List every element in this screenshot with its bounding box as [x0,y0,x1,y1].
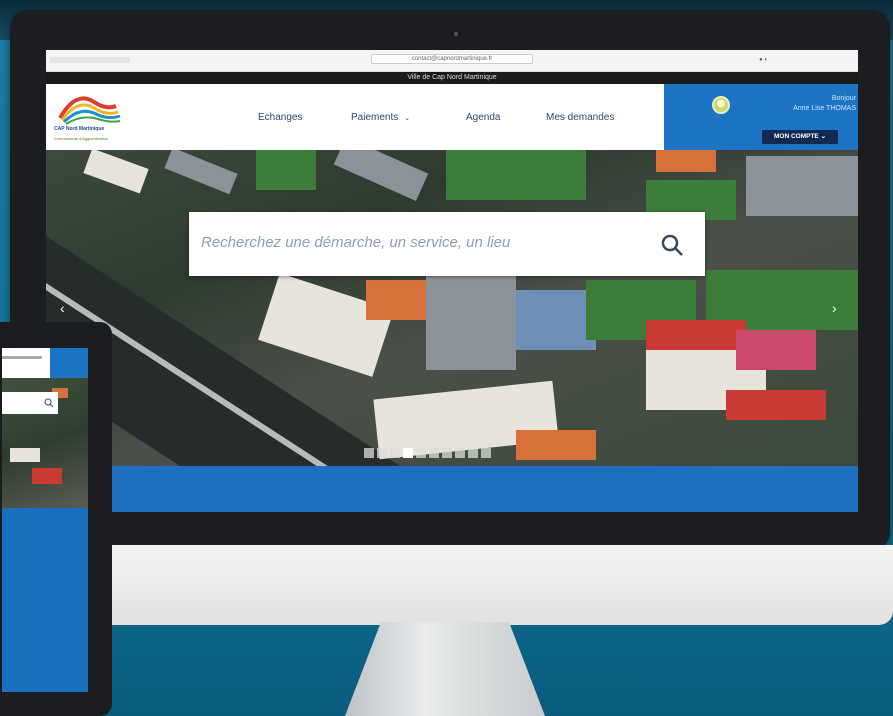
mobile-search-icon[interactable] [44,398,54,408]
pink-roof [736,330,816,370]
building [164,150,238,195]
blue-footer-band [46,466,858,512]
user-greeting: Bonjour Anne Lise THOMAS [746,94,856,114]
red-roof [646,320,746,350]
carousel-dot[interactable] [442,448,452,458]
building [333,150,429,202]
monitor-stand [345,622,545,716]
city-banner: Ville de Cap Nord Martinique [46,72,858,84]
nav-echanges[interactable]: Echanges [258,112,302,123]
greeting-text: Bonjour [831,95,856,102]
utility-icons[interactable]: ● ◐ [759,57,768,63]
contact-address-text[interactable]: contact@capnordmartinique.fr [370,54,534,64]
carousel-dot[interactable] [481,448,491,458]
mobile-phone [0,322,112,716]
camera-dot [454,32,458,36]
my-account-button[interactable]: MON COMPTE ⌄ [762,130,838,144]
carousel-dot[interactable] [390,448,400,458]
site-logo[interactable]: CAP Nord Martinique Communauté d'Agglomé… [54,88,124,144]
church [426,270,516,370]
my-account-label: MON COMPTE [773,133,819,140]
carousel-dots [364,448,491,458]
contact-address[interactable]: contact@capnordmartinique.fr [46,54,858,64]
building [516,430,596,460]
red-roof [32,468,62,484]
vegetation [446,150,586,200]
search-input[interactable]: Recherchez une démarche, un service, un … [201,234,510,251]
carousel-dot[interactable] [429,448,439,458]
building [656,150,716,172]
building [516,290,596,350]
mobile-header [2,348,88,378]
chevron-down-icon: ⌄ [404,115,411,122]
user-panel: Bonjour Anne Lise THOMAS MON COMPTE ⌄ [664,84,858,150]
nav-paiements[interactable]: Paiements ⌄ [351,112,410,123]
mobile-header-text [2,356,42,359]
carousel-dot[interactable] [377,448,387,458]
monitor-chin [18,545,893,625]
logo-wave-icon [58,96,121,125]
utility-bar: contact@capnordmartinique.fr ● ◐ [46,50,858,72]
logo-name: CAP Nord Martinique [54,126,105,132]
hero-carousel: Recherchez une démarche, un service, un … [46,150,858,466]
mobile-user-panel [50,348,88,378]
website-screen: contact@capnordmartinique.fr ● ◐ Ville d… [46,50,858,512]
mobile-screen [2,348,88,692]
parking-lot [746,156,858,216]
search-icon[interactable] [659,232,685,258]
vegetation [256,150,316,190]
carousel-dot[interactable] [416,448,426,458]
nav-agenda[interactable]: Agenda [466,112,500,123]
nav-paiements-label: Paiements [351,112,399,123]
carousel-dot[interactable] [403,448,413,458]
red-roof [726,390,826,420]
search-box[interactable]: Recherchez une démarche, un service, un … [189,212,705,276]
avatar[interactable] [712,96,730,114]
carousel-dot[interactable] [455,448,465,458]
building [10,448,40,462]
logo-tagline: Communauté d'Agglomération [54,136,108,141]
nav-mes-demandes[interactable]: Mes demandes [546,112,614,123]
chevron-down-icon: ⌄ [820,133,827,140]
user-name: Anne Lise THOMAS [793,105,856,112]
church-roof [366,280,426,320]
building [83,150,149,194]
carousel-dot[interactable] [468,448,478,458]
carousel-prev-icon[interactable]: ‹ [60,300,65,316]
carousel-dot[interactable] [364,448,374,458]
carousel-next-icon[interactable]: › [832,300,837,316]
